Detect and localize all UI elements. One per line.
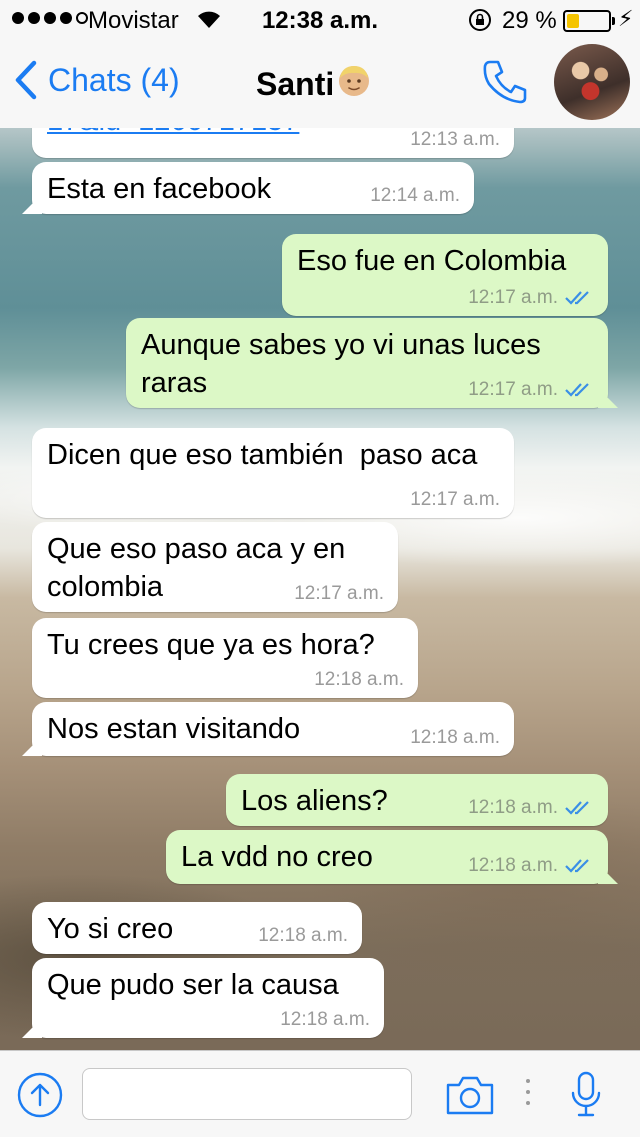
chat-area[interactable]: 17&id=1266717157 12:13 a.m. Esta en face… [0,128,640,1050]
message-bubble-incoming[interactable]: Dicen que eso también paso aca 12:17 a.m… [32,428,514,518]
message-meta: 12:18 a.m. [410,727,500,749]
message-bubble-incoming[interactable]: Esta en facebook 12:14 a.m. [32,162,474,214]
message-meta: 12:17 a.m. [410,489,500,511]
message-text: Tu crees que ya es hora? [47,629,375,661]
upload-arrow-icon [17,1072,63,1118]
message-meta: 12:18 a.m. [258,925,348,947]
message-meta: 12:18 a.m. [280,1009,370,1031]
message-text: Dicen que eso también paso aca [47,439,478,471]
voice-call-button[interactable] [480,56,530,111]
message-time: 12:18 a.m. [258,925,348,946]
message-time: 12:18 a.m. [314,669,404,690]
message-bubble-incoming[interactable]: Que pudo ser la causa 12:18 a.m. [32,958,384,1038]
contact-emoji [336,62,372,106]
message-time: 12:17 a.m. [410,489,500,510]
status-bar: Movistar 12:38 a.m. 29 % ⚡︎ [0,0,640,40]
message-meta: 12:18 a.m. [314,669,404,691]
chevron-left-icon [15,60,37,100]
contact-avatar[interactable] [554,44,630,120]
double-check-icon [565,801,589,815]
message-time: 12:18 a.m. [410,727,500,748]
message-bubble-outgoing[interactable]: Eso fue en Colombia 12:17 a.m. [282,234,608,316]
message-text: Que pudo ser la causa [47,969,339,1001]
message-time: 12:17 a.m. [468,287,558,308]
contact-name: Santi [256,65,335,102]
chat-header: Chats (4) Santi [0,40,640,129]
message-bubble-incoming[interactable]: Que eso paso aca y en colombia 12:17 a.m… [32,522,398,612]
message-time: 12:18 a.m. [280,1009,370,1030]
double-check-icon [565,859,589,873]
message-meta: 12:17 a.m. [294,583,384,605]
message-meta: 12:18 a.m. [468,797,594,819]
message-meta: 12:17 a.m. [468,287,594,309]
battery-fill [567,14,579,28]
voice-record-button[interactable] [570,1071,602,1124]
message-time: 12:18 a.m. [468,797,558,818]
battery-icon [563,10,615,32]
message-bubble-outgoing[interactable]: La vdd no creo 12:18 a.m. [166,830,608,884]
message-text: Esta en facebook [47,173,272,205]
message-bubble-incoming[interactable]: 17&id=1266717157 12:13 a.m. [32,128,514,158]
message-bubble-outgoing[interactable]: Aunque sabes yo vi unas luces raras 12:1… [126,318,608,408]
camera-icon [446,1076,494,1115]
rotation-lock-icon [468,8,492,39]
back-button[interactable]: Chats (4) [14,60,180,100]
charging-bolt-icon: ⚡︎ [618,6,634,31]
message-time: 12:17 a.m. [294,583,384,604]
camera-button[interactable] [444,1073,496,1122]
contact-title[interactable]: Santi [256,62,372,106]
message-time: 12:13 a.m. [410,129,500,150]
message-input[interactable] [82,1068,412,1120]
message-meta: 12:14 a.m. [370,185,460,207]
message-bubble-incoming[interactable]: Nos estan visitando 12:18 a.m. [32,702,514,756]
message-bubble-incoming[interactable]: Yo si creo 12:18 a.m. [32,902,362,954]
message-link[interactable]: 17&id=1266717157 [47,128,299,137]
microphone-icon [571,1071,601,1117]
double-check-icon [565,383,589,397]
more-dots-icon [524,1077,532,1112]
phone-icon [483,60,527,104]
message-time: 12:14 a.m. [370,185,460,206]
message-time: 12:18 a.m. [468,855,558,876]
message-text: Nos estan visitando [47,713,301,745]
message-meta: 12:17 a.m. [468,379,594,401]
message-bubble-outgoing[interactable]: Los aliens? 12:18 a.m. [226,774,608,826]
message-bubble-incoming[interactable]: Tu crees que ya es hora? 12:18 a.m. [32,618,418,698]
message-text: Yo si creo [47,913,174,945]
attach-button[interactable] [16,1071,64,1124]
battery-percent: 29 % [502,7,557,34]
message-input-bar [0,1050,640,1137]
message-meta: 12:13 a.m. [410,129,500,151]
message-meta: 12:18 a.m. [468,855,594,877]
double-check-icon [565,291,589,305]
message-text: La vdd no creo [181,841,373,873]
message-text: Los aliens? [241,785,388,817]
back-label: Chats (4) [48,61,180,98]
message-text: Eso fue en Colombia [297,245,567,277]
message-time: 12:17 a.m. [468,379,558,400]
